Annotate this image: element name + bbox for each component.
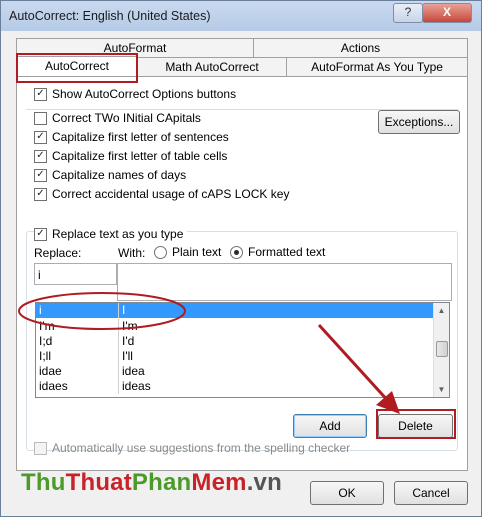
checkbox-box: ✓	[34, 149, 47, 163]
tab-autoformat-as-you-type[interactable]: AutoFormat As You Type	[286, 57, 468, 77]
replace-input[interactable]: i	[34, 263, 117, 285]
list-item[interactable]: idaes ideas	[36, 379, 434, 394]
list-scrollbar[interactable]: ▲ ▼	[433, 303, 449, 397]
checkbox-label: Correct accidental usage of cAPS LOCK ke…	[52, 187, 290, 201]
checkbox-box: ✓	[34, 187, 47, 201]
radio-label: Formatted text	[248, 245, 326, 259]
replace-as-you-type-checkbox[interactable]: ✓ Replace text as you type	[34, 226, 188, 242]
list-item[interactable]: I;ll I'll	[36, 349, 434, 364]
capitalize-sentences-checkbox[interactable]: ✓ Capitalize first letter of sentences	[34, 129, 229, 145]
autocorrect-dialog: AutoCorrect: English (United States) ? X…	[0, 0, 482, 517]
radio-circle	[230, 245, 243, 259]
title-bar: AutoCorrect: English (United States) ? X	[1, 1, 481, 31]
checkbox-box: ✓	[34, 130, 47, 144]
ok-button[interactable]: OK	[310, 481, 384, 505]
show-autocorrect-options-checkbox[interactable]: ✓ Show AutoCorrect Options buttons	[34, 86, 236, 102]
formatted-text-radio[interactable]: Formatted text	[230, 245, 325, 259]
with-label: With:	[118, 246, 146, 260]
autocorrect-entries-list[interactable]: i I I'm I'm I;d I'd I;ll I'll idae idea …	[35, 302, 450, 398]
with-input[interactable]	[117, 263, 452, 301]
exceptions-button[interactable]: Exceptions...	[378, 110, 460, 134]
plain-text-radio[interactable]: Plain text	[154, 245, 221, 259]
radio-dot	[234, 249, 239, 255]
window-title: AutoCorrect: English (United States)	[9, 9, 211, 23]
close-button[interactable]: X	[422, 3, 472, 23]
correct-two-initial-capitals-checkbox[interactable]: Correct TWo INitial CApitals	[34, 110, 201, 126]
capitalize-days-checkbox[interactable]: ✓ Capitalize names of days	[34, 167, 186, 183]
checkbox-label: Automatically use suggestions from the s…	[52, 441, 351, 455]
autocorrect-panel: ✓ Show AutoCorrect Options buttons Corre…	[16, 76, 468, 471]
scroll-thumb[interactable]	[436, 341, 448, 357]
list-item[interactable]: I'm I'm	[36, 319, 434, 334]
delete-button[interactable]: Delete	[378, 414, 453, 438]
scroll-up-icon[interactable]: ▲	[434, 303, 449, 318]
tab-autoformat[interactable]: AutoFormat	[16, 38, 254, 58]
checkbox-label: Capitalize first letter of sentences	[52, 130, 229, 144]
checkbox-box: ✓	[34, 87, 47, 101]
caps-lock-checkbox[interactable]: ✓ Correct accidental usage of cAPS LOCK …	[34, 186, 289, 202]
checkbox-box	[34, 441, 47, 455]
checkbox-box	[34, 111, 47, 125]
scroll-down-icon[interactable]: ▼	[434, 382, 449, 397]
list-item[interactable]: idae idea	[36, 364, 434, 379]
tab-actions[interactable]: Actions	[253, 38, 468, 58]
checkbox-box: ✓	[34, 168, 47, 182]
checkbox-label: Show AutoCorrect Options buttons	[52, 87, 237, 101]
watermark-logo: ThuThuatPhanMem.vn	[21, 469, 282, 496]
checkbox-label: Correct TWo INitial CApitals	[52, 111, 201, 125]
tab-math-autocorrect[interactable]: Math AutoCorrect	[137, 57, 287, 77]
radio-label: Plain text	[172, 245, 222, 259]
checkbox-label: Replace text as you type	[52, 227, 184, 241]
help-button[interactable]: ?	[393, 3, 423, 23]
list-item[interactable]: I;d I'd	[36, 334, 434, 349]
cancel-button[interactable]: Cancel	[394, 481, 468, 505]
replace-label: Replace:	[34, 246, 82, 260]
checkbox-box: ✓	[34, 227, 47, 241]
tab-autocorrect[interactable]: AutoCorrect	[16, 56, 138, 78]
list-item[interactable]: i I	[36, 303, 434, 318]
add-button[interactable]: Add	[293, 414, 367, 438]
spelling-suggestions-checkbox[interactable]: Automatically use suggestions from the s…	[34, 440, 350, 456]
checkbox-label: Capitalize first letter of table cells	[52, 149, 228, 163]
capitalize-table-cells-checkbox[interactable]: ✓ Capitalize first letter of table cells	[34, 148, 227, 164]
radio-circle	[154, 245, 167, 259]
checkbox-label: Capitalize names of days	[52, 168, 187, 182]
